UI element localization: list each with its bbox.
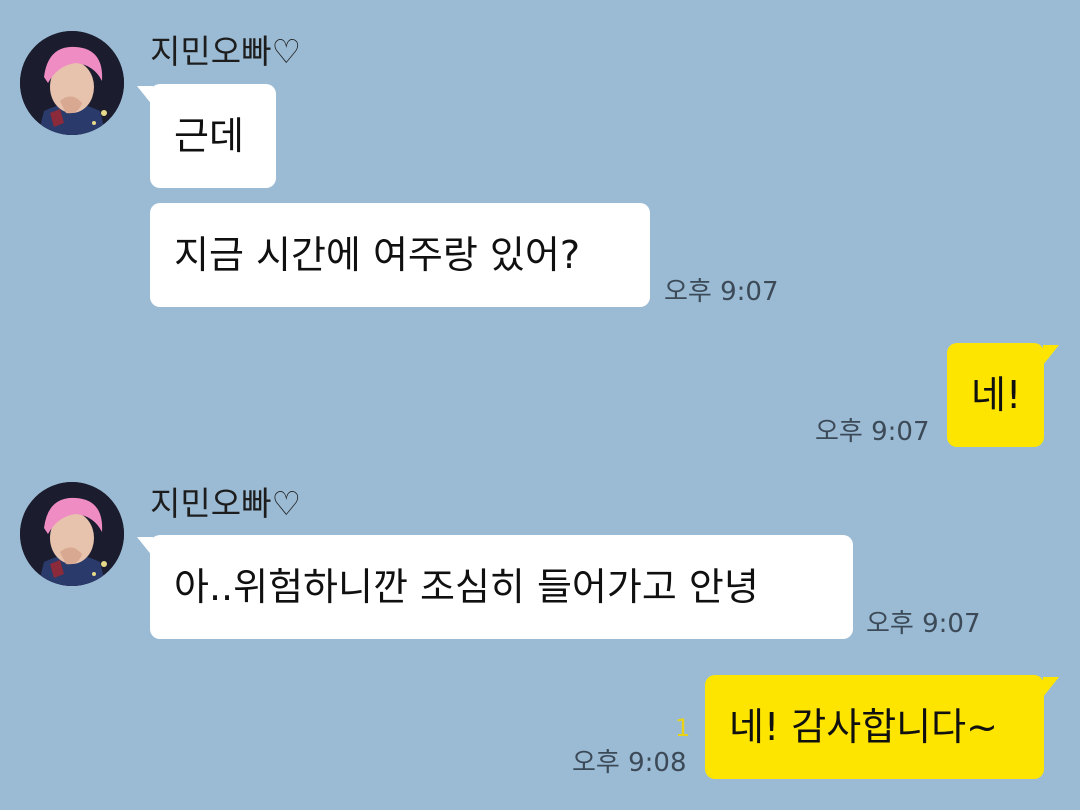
bubble-tail: [1043, 345, 1059, 365]
message-bubble[interactable]: 근데: [150, 84, 276, 188]
profile-photo-icon: [20, 31, 124, 135]
message-timestamp: 오후 9:07: [664, 277, 779, 307]
avatar[interactable]: [20, 31, 124, 135]
message-bubble[interactable]: 지금 시간에 여주랑 있어?: [150, 203, 650, 307]
avatar[interactable]: [20, 482, 124, 586]
message-timestamp: 오후 9:08: [572, 748, 687, 778]
sender-name: 지민오빠♡: [150, 484, 302, 523]
message-timestamp: 오후 9:07: [866, 609, 981, 639]
profile-photo-icon: [20, 482, 124, 586]
sender-name: 지민오빠♡: [150, 32, 302, 71]
bubble-tail: [1043, 677, 1059, 697]
message-bubble[interactable]: 아..위험하니깐 조심히 들어가고 안녕: [150, 535, 853, 639]
chat-area[interactable]: 지민오빠♡ 근데 지금 시간에 여주랑 있어? 오후 9:07 오후 9:07 …: [0, 0, 1080, 810]
unread-count: 1: [675, 714, 691, 742]
message-bubble[interactable]: 네! 감사합니다~: [705, 675, 1044, 779]
message-timestamp: 오후 9:07: [815, 417, 930, 447]
message-bubble[interactable]: 네!: [947, 343, 1044, 447]
